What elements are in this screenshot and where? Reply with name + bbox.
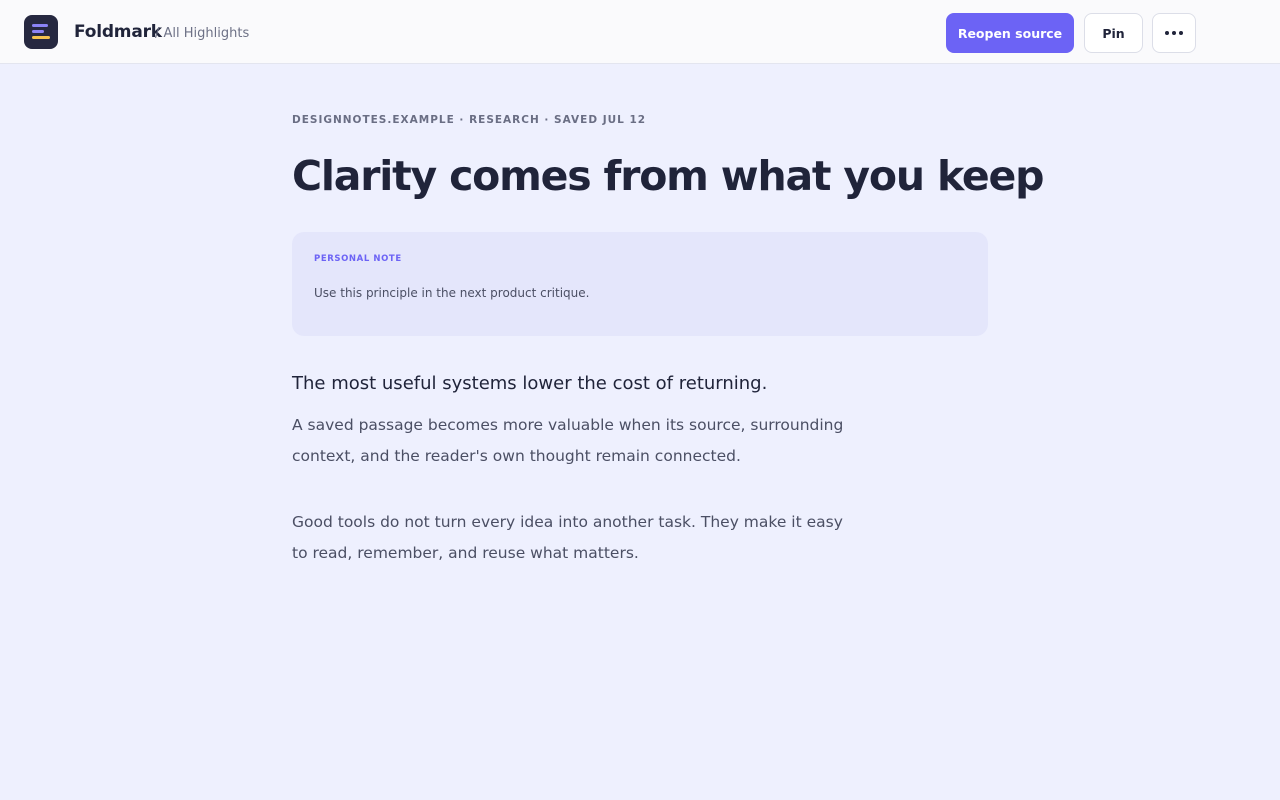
personal-note-card[interactable]: PERSONAL NOTE Use this principle in the … — [292, 232, 988, 336]
more-options-button[interactable] — [1152, 13, 1196, 53]
page-title: Clarity comes from what you keep — [292, 152, 1044, 200]
article-meta: DESIGNNOTES.EXAMPLE · RESEARCH · SAVED J… — [292, 114, 647, 126]
pin-button[interactable]: Pin — [1084, 13, 1143, 53]
app-logo-icon[interactable] — [24, 15, 58, 49]
highlight-paragraph: A saved passage becomes more valuable wh… — [292, 416, 844, 465]
top-bar: Foldmark / All Highlights Reopen source … — [0, 0, 1280, 64]
reopen-source-button[interactable]: Reopen source — [946, 13, 1074, 53]
note-text[interactable]: Use this principle in the next product c… — [314, 286, 589, 300]
ellipsis-icon — [1165, 31, 1183, 35]
breadcrumb[interactable]: / All Highlights — [155, 26, 249, 41]
highlight-paragraph: Good tools do not turn every idea into a… — [292, 513, 843, 562]
highlight-lead: The most useful systems lower the cost o… — [292, 373, 768, 394]
note-label: PERSONAL NOTE — [314, 254, 402, 264]
app-name[interactable]: Foldmark — [74, 22, 162, 42]
